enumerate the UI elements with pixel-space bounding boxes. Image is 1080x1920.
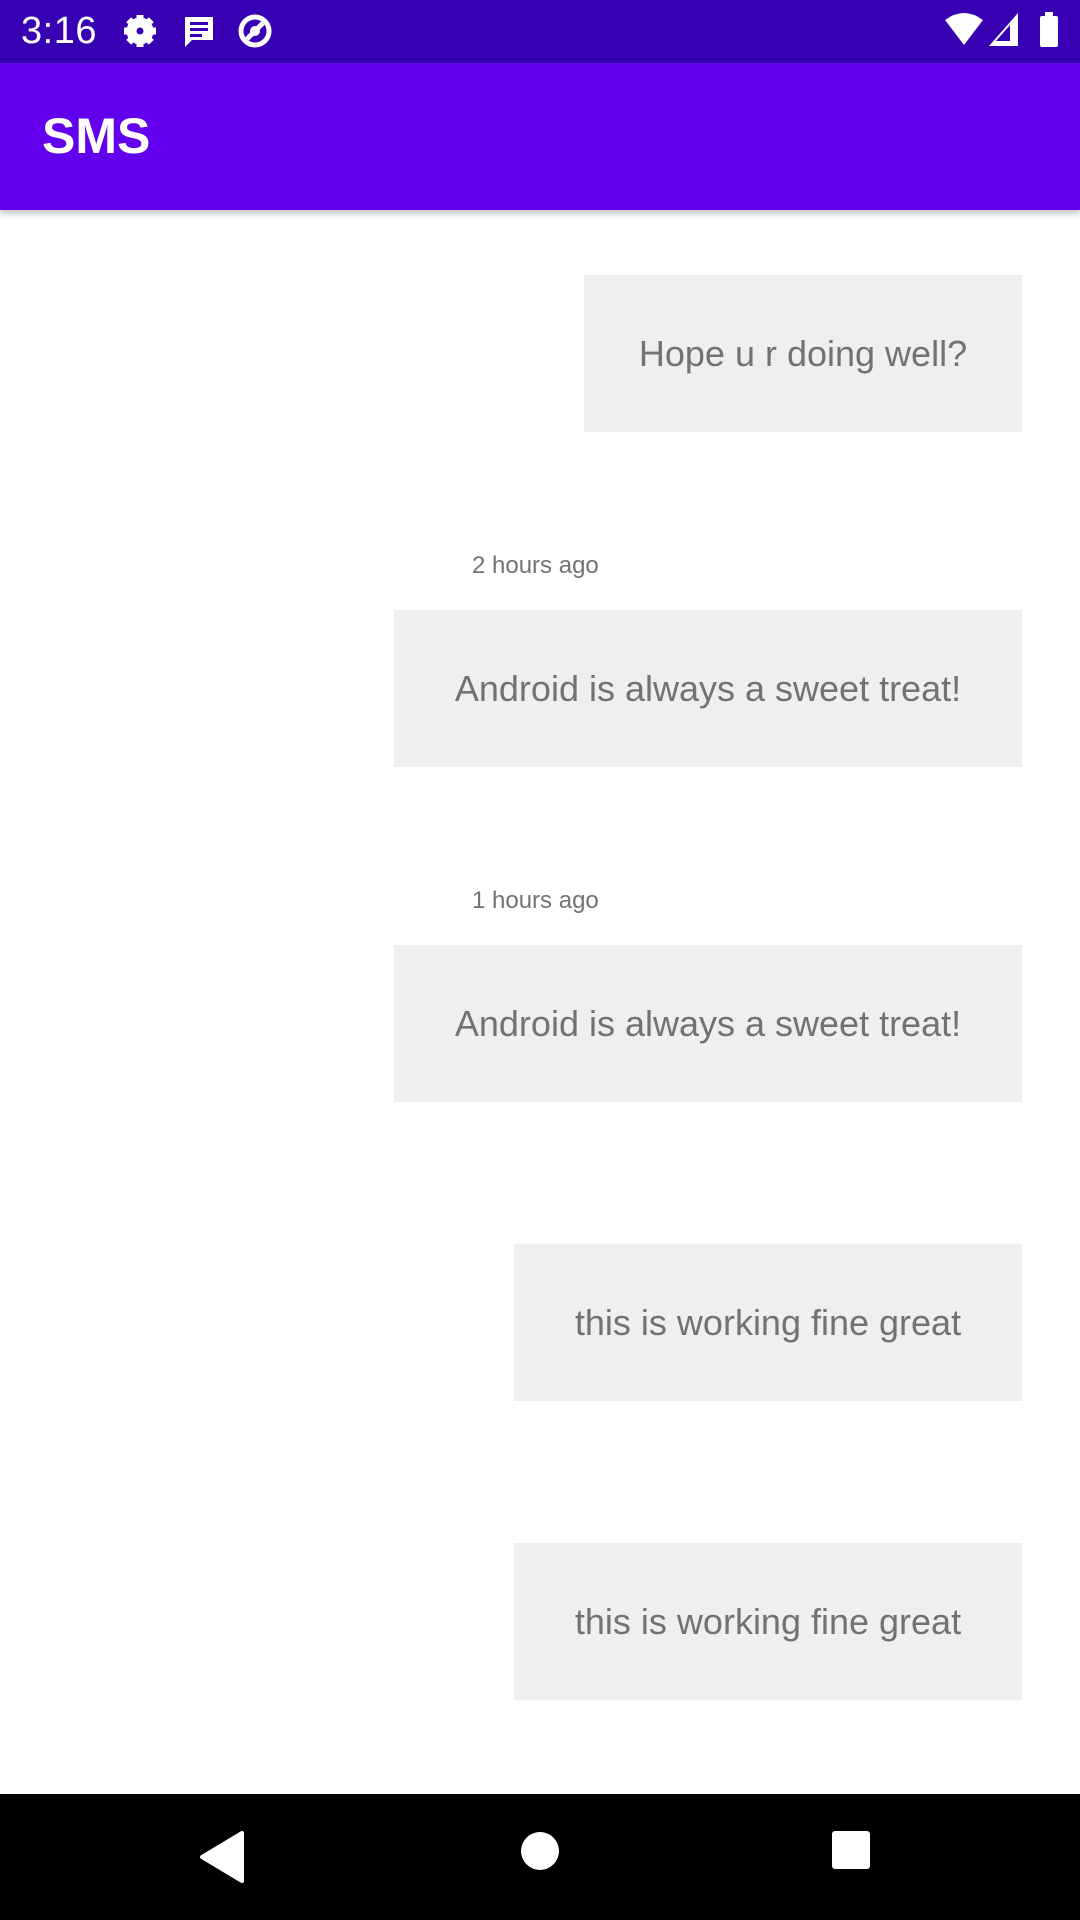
- home-icon[interactable]: [518, 1829, 562, 1873]
- message-list[interactable]: Hope u r doing well? 2 hours ago Android…: [0, 210, 1080, 1794]
- message-timestamp: 2 hours ago: [472, 552, 599, 579]
- sync-icon: [238, 14, 272, 48]
- message-bubble[interactable]: this is working fine great: [514, 1543, 1022, 1700]
- message-bubble[interactable]: Hope u r doing well?: [584, 275, 1022, 432]
- back-icon[interactable]: [196, 1827, 248, 1887]
- wifi-icon: [945, 13, 983, 45]
- signal-icon: [989, 13, 1018, 46]
- navigation-bar: [0, 1794, 1080, 1920]
- message-bubble[interactable]: Android is always a sweet treat!: [394, 610, 1022, 767]
- message-bubble[interactable]: Android is always a sweet treat!: [394, 945, 1022, 1102]
- app-bar: SMS: [0, 63, 1080, 210]
- battery-icon: [1040, 12, 1058, 47]
- message-icon: [185, 17, 213, 47]
- message-text: Hope u r doing well?: [638, 332, 968, 374]
- status-time: 3:16: [21, 10, 97, 52]
- message-text: Android is always a sweet treat!: [454, 1002, 962, 1044]
- message-text: this is working fine great: [574, 1301, 962, 1343]
- status-bar: 3:16: [0, 0, 1080, 63]
- message-text: this is working fine great: [574, 1600, 962, 1642]
- message-timestamp: 1 hours ago: [472, 887, 599, 914]
- recents-icon[interactable]: [830, 1829, 872, 1871]
- message-bubble[interactable]: this is working fine great: [514, 1244, 1022, 1401]
- app-title: SMS: [42, 108, 151, 164]
- message-text: Android is always a sweet treat!: [454, 667, 962, 709]
- gear-icon: [124, 15, 156, 47]
